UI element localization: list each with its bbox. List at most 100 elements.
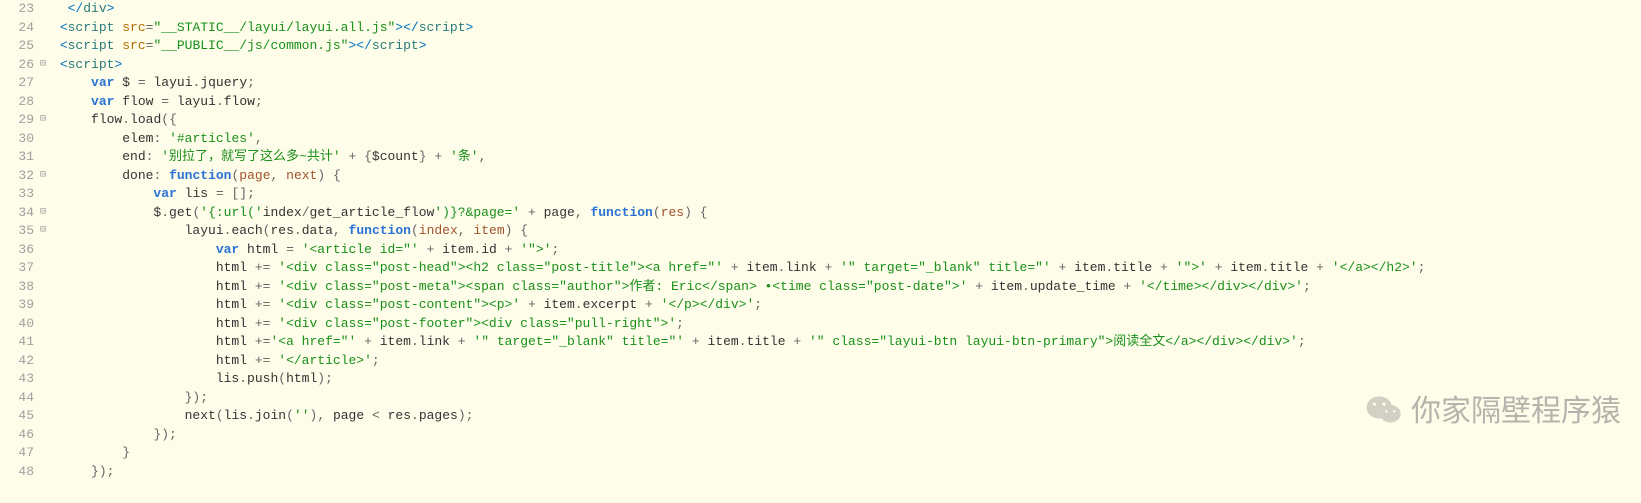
- code-content[interactable]: $.get('{:url('index/get_article_flow')}?…: [52, 204, 1641, 223]
- code-line[interactable]: 31 end: '别拉了，就写了这么多~共计' + {$count} + '条'…: [0, 148, 1641, 167]
- code-content[interactable]: }: [52, 444, 1641, 463]
- fold-toggle: [40, 296, 52, 315]
- line-number: 45: [0, 407, 40, 426]
- code-line[interactable]: 27 var $ = layui.jquery;: [0, 74, 1641, 93]
- line-number: 48: [0, 463, 40, 482]
- fold-toggle: [40, 0, 52, 19]
- fold-toggle: [40, 370, 52, 389]
- fold-toggle[interactable]: ⊟: [40, 204, 52, 223]
- line-number: 38: [0, 278, 40, 297]
- fold-toggle[interactable]: ⊟: [40, 111, 52, 130]
- code-line[interactable]: 36 var html = '<article id="' + item.id …: [0, 241, 1641, 260]
- fold-toggle: [40, 74, 52, 93]
- code-content[interactable]: layui.each(res.data, function(index, ite…: [52, 222, 1641, 241]
- line-number: 33: [0, 185, 40, 204]
- code-line[interactable]: 29⊟ flow.load({: [0, 111, 1641, 130]
- fold-toggle[interactable]: ⊟: [40, 167, 52, 186]
- code-content[interactable]: });: [52, 426, 1641, 445]
- code-content[interactable]: lis.push(html);: [52, 370, 1641, 389]
- fold-toggle: [40, 315, 52, 334]
- code-line[interactable]: 40 html += '<div class="post-footer"><di…: [0, 315, 1641, 334]
- code-content[interactable]: var html = '<article id="' + item.id + '…: [52, 241, 1641, 260]
- code-content[interactable]: elem: '#articles',: [52, 130, 1641, 149]
- code-line[interactable]: 32⊟ done: function(page, next) {: [0, 167, 1641, 186]
- code-content[interactable]: <script src="__PUBLIC__/js/common.js"></…: [52, 37, 1641, 56]
- code-line[interactable]: 43 lis.push(html);: [0, 370, 1641, 389]
- code-line[interactable]: 47 }: [0, 444, 1641, 463]
- fold-toggle: [40, 389, 52, 408]
- code-line[interactable]: 25 <script src="__PUBLIC__/js/common.js"…: [0, 37, 1641, 56]
- code-content[interactable]: var flow = layui.flow;: [52, 93, 1641, 112]
- fold-toggle: [40, 463, 52, 482]
- code-content[interactable]: html += '<div class="post-head"><h2 clas…: [52, 259, 1641, 278]
- fold-toggle: [40, 259, 52, 278]
- line-number: 35: [0, 222, 40, 241]
- code-line[interactable]: 35⊟ layui.each(res.data, function(index,…: [0, 222, 1641, 241]
- line-number: 37: [0, 259, 40, 278]
- code-line[interactable]: 28 var flow = layui.flow;: [0, 93, 1641, 112]
- line-number: 30: [0, 130, 40, 149]
- line-number: 36: [0, 241, 40, 260]
- line-number: 39: [0, 296, 40, 315]
- code-content[interactable]: html += '<div class="post-footer"><div c…: [52, 315, 1641, 334]
- code-line[interactable]: 41 html +='<a href="' + item.link + '" t…: [0, 333, 1641, 352]
- code-line[interactable]: 48 });: [0, 463, 1641, 482]
- line-number: 23: [0, 0, 40, 19]
- code-content[interactable]: });: [52, 463, 1641, 482]
- code-line[interactable]: 44 });: [0, 389, 1641, 408]
- code-line[interactable]: 42 html += '</article>';: [0, 352, 1641, 371]
- code-content[interactable]: </div>: [52, 0, 1641, 19]
- code-content[interactable]: html +='<a href="' + item.link + '" targ…: [52, 333, 1641, 352]
- fold-toggle: [40, 352, 52, 371]
- code-content[interactable]: done: function(page, next) {: [52, 167, 1641, 186]
- code-line[interactable]: 38 html += '<div class="post-meta"><span…: [0, 278, 1641, 297]
- fold-toggle: [40, 148, 52, 167]
- line-number: 24: [0, 19, 40, 38]
- fold-toggle: [40, 241, 52, 260]
- code-content[interactable]: next(lis.join(''), page < res.pages);: [52, 407, 1641, 426]
- code-line[interactable]: 34⊟ $.get('{:url('index/get_article_flow…: [0, 204, 1641, 223]
- line-number: 28: [0, 93, 40, 112]
- code-line[interactable]: 39 html += '<div class="post-content"><p…: [0, 296, 1641, 315]
- code-line[interactable]: 46 });: [0, 426, 1641, 445]
- fold-toggle: [40, 185, 52, 204]
- code-editor[interactable]: 23 </div>24 <script src="__STATIC__/layu…: [0, 0, 1641, 481]
- line-number: 42: [0, 352, 40, 371]
- code-content[interactable]: <script>: [52, 56, 1641, 75]
- fold-toggle: [40, 93, 52, 112]
- code-line[interactable]: 26⊟ <script>: [0, 56, 1641, 75]
- code-content[interactable]: <script src="__STATIC__/layui/layui.all.…: [52, 19, 1641, 38]
- code-content[interactable]: html += '</article>';: [52, 352, 1641, 371]
- code-content[interactable]: var lis = [];: [52, 185, 1641, 204]
- fold-toggle: [40, 333, 52, 352]
- fold-toggle[interactable]: ⊟: [40, 56, 52, 75]
- line-number: 29: [0, 111, 40, 130]
- line-number: 31: [0, 148, 40, 167]
- line-number: 41: [0, 333, 40, 352]
- line-number: 43: [0, 370, 40, 389]
- line-number: 44: [0, 389, 40, 408]
- code-content[interactable]: end: '别拉了，就写了这么多~共计' + {$count} + '条',: [52, 148, 1641, 167]
- line-number: 40: [0, 315, 40, 334]
- fold-toggle[interactable]: ⊟: [40, 222, 52, 241]
- code-line[interactable]: 24 <script src="__STATIC__/layui/layui.a…: [0, 19, 1641, 38]
- code-content[interactable]: html += '<div class="post-content"><p>' …: [52, 296, 1641, 315]
- line-number: 27: [0, 74, 40, 93]
- code-line[interactable]: 23 </div>: [0, 0, 1641, 19]
- code-content[interactable]: html += '<div class="post-meta"><span cl…: [52, 278, 1641, 297]
- fold-toggle: [40, 130, 52, 149]
- code-content[interactable]: });: [52, 389, 1641, 408]
- line-number: 26: [0, 56, 40, 75]
- fold-toggle: [40, 407, 52, 426]
- line-number: 34: [0, 204, 40, 223]
- line-number: 32: [0, 167, 40, 186]
- fold-toggle: [40, 19, 52, 38]
- code-line[interactable]: 30 elem: '#articles',: [0, 130, 1641, 149]
- code-line[interactable]: 33 var lis = [];: [0, 185, 1641, 204]
- code-line[interactable]: 37 html += '<div class="post-head"><h2 c…: [0, 259, 1641, 278]
- fold-toggle: [40, 444, 52, 463]
- code-content[interactable]: var $ = layui.jquery;: [52, 74, 1641, 93]
- code-line[interactable]: 45 next(lis.join(''), page < res.pages);: [0, 407, 1641, 426]
- code-content[interactable]: flow.load({: [52, 111, 1641, 130]
- line-number: 46: [0, 426, 40, 445]
